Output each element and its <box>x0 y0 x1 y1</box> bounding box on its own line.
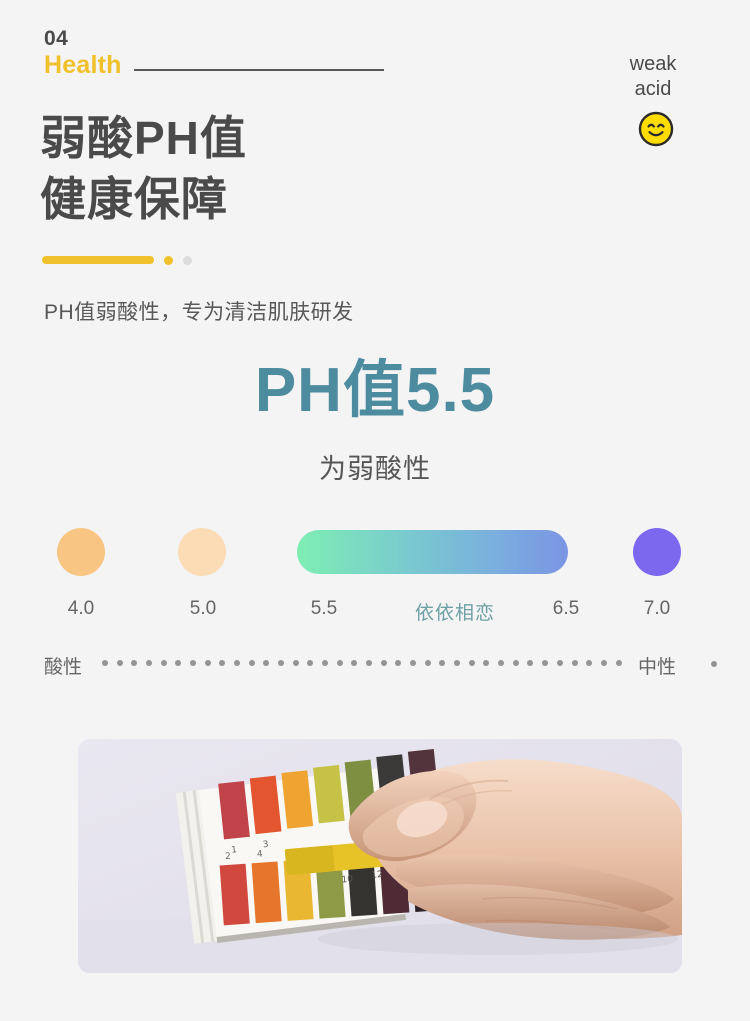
axis-dotted-line <box>102 660 622 666</box>
accent-divider <box>42 255 192 265</box>
axis-dot <box>380 660 387 666</box>
axis-dot <box>175 660 182 666</box>
axis-dot <box>131 660 138 666</box>
weak-acid-line-2: acid <box>634 78 672 100</box>
ph-5-swatch <box>178 528 226 576</box>
axis-dot <box>190 660 197 666</box>
svg-text:10: 10 <box>341 874 354 885</box>
ph-label-7-0: 7.0 <box>643 598 671 619</box>
ph-scale <box>0 528 750 578</box>
headline-line-2: 健康保障 <box>40 172 228 225</box>
axis-end-dot <box>711 661 717 667</box>
axis-dot <box>234 660 241 666</box>
axis-dot <box>336 660 343 666</box>
section-number: 04 <box>44 27 69 50</box>
ph-label-4-0: 4.0 <box>67 598 95 619</box>
svg-text:2: 2 <box>225 852 231 862</box>
section-keyword: Health <box>44 51 122 79</box>
svg-text:12: 12 <box>371 870 383 881</box>
axis-dot <box>278 660 285 666</box>
axis-label-acidic: 酸性 <box>44 657 83 678</box>
axis-dot <box>410 660 417 666</box>
eyebrow-rule <box>134 69 384 71</box>
divider-bar <box>42 256 154 264</box>
axis-dot <box>527 660 534 666</box>
svg-text:4: 4 <box>257 849 264 859</box>
axis-dot <box>219 660 226 666</box>
subtitle: PH值弱酸性，专为清洁肌肤研发 <box>44 301 354 324</box>
axis-dot <box>263 660 270 666</box>
pH-health-infographic: 04 Health weak acid 弱酸PH值 健康保障 PH值弱酸性，专为… <box>0 0 750 1021</box>
weak-acid-line-1: weak <box>629 53 677 75</box>
axis-dot <box>292 660 299 666</box>
axis-dot <box>116 660 123 666</box>
page-title: 弱酸PH值 健康保障 <box>40 108 247 229</box>
axis-dot <box>351 660 358 666</box>
ph-4-swatch <box>57 528 105 576</box>
smiley-face-icon <box>637 110 675 148</box>
ph-label-5-0: 5.0 <box>189 598 217 619</box>
ph-label-5-5: 5.5 <box>310 598 338 619</box>
headline-line-1: 弱酸PH值 <box>40 112 247 164</box>
axis-dot <box>512 660 519 666</box>
ph-value-display: PH值5.5 <box>254 356 496 425</box>
axis-dot <box>395 660 402 666</box>
axis-dot <box>307 660 314 666</box>
axis-dot <box>102 660 108 666</box>
axis-label-neutral: 中性 <box>638 657 677 678</box>
axis-dot <box>160 660 167 666</box>
ph-scale-labels: 4.0 5.0 5.5 依依相恋 6.5 7.0 <box>0 598 750 624</box>
brand-label: 依依相恋 <box>414 603 496 624</box>
weak-acid-badge: weak acid <box>598 52 708 102</box>
axis-dot <box>146 660 153 666</box>
axis-dot <box>483 660 490 666</box>
ph-7-swatch <box>633 528 681 576</box>
axis-dot <box>248 660 255 666</box>
axis-dot <box>498 660 505 666</box>
axis-dot <box>556 660 563 666</box>
axis-dot <box>204 660 211 666</box>
svg-text:3: 3 <box>262 840 269 851</box>
axis-dot <box>571 660 578 666</box>
section-eyebrow: 04 Health <box>44 28 122 78</box>
axis-dot <box>600 660 607 666</box>
ph-test-strip-photo: 1 3 2 4 10 12 <box>78 739 682 973</box>
axis-dot <box>468 660 475 666</box>
axis-dot <box>322 660 329 666</box>
axis-dot <box>586 660 593 666</box>
axis-dot <box>454 660 461 666</box>
axis-dot <box>615 660 622 666</box>
axis-dot <box>542 660 549 666</box>
ph-range-bar <box>297 530 568 574</box>
divider-dot-active <box>164 255 173 265</box>
axis-dot <box>424 660 431 666</box>
svg-text:1: 1 <box>231 845 238 856</box>
axis-dot <box>366 660 373 666</box>
ph-value-caption: 为弱酸性 <box>319 454 431 484</box>
axis-dot <box>439 660 446 666</box>
divider-dot-inactive <box>183 255 192 265</box>
ph-label-6-5: 6.5 <box>552 598 580 619</box>
acidity-axis: 酸性 中性 <box>0 652 750 678</box>
